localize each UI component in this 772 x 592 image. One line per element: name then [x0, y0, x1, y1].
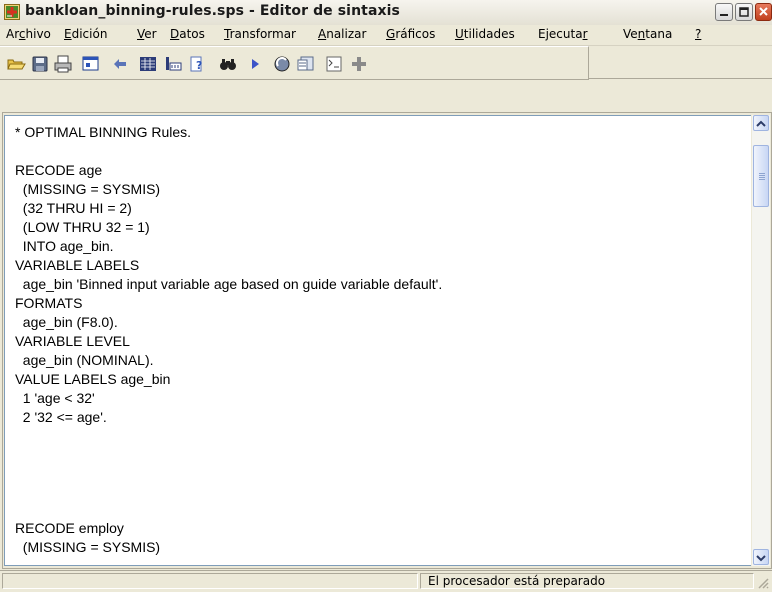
code-line: 1 'age < 32' — [15, 390, 95, 406]
code-line: RECODE age — [15, 162, 103, 178]
variables-icon — [166, 57, 182, 71]
code-line: FORMATS — [15, 295, 83, 311]
close-icon — [759, 7, 768, 16]
status-pane-left — [2, 573, 418, 589]
spss-syntax-icon — [4, 4, 20, 20]
syntax-editor[interactable]: * OPTIMAL BINNING Rules. RECODE age (MIS… — [4, 115, 751, 566]
toolbar-empty-area — [589, 46, 772, 79]
open-folder-icon — [7, 59, 26, 70]
menu-transformar[interactable]: Transformar — [224, 27, 296, 41]
menu-analizar[interactable]: Analizar — [318, 27, 366, 41]
menu-ventana[interactable]: Ventana — [623, 27, 672, 41]
save-icon — [32, 56, 48, 72]
find-icon — [220, 59, 236, 70]
menu-datos[interactable]: Datos — [170, 27, 205, 41]
code-line: age_bin (NOMINAL). — [15, 352, 154, 368]
designate-window-button[interactable] — [296, 54, 316, 74]
code-line: (32 THRU HI = 2) — [15, 200, 132, 216]
goto-data-icon — [140, 57, 156, 71]
code-line: (MISSING = SYSMIS) — [15, 539, 161, 555]
add-button[interactable] — [349, 54, 369, 74]
status-bar: El procesador está preparado — [0, 570, 772, 592]
menu-archivo[interactable]: Archivo — [6, 27, 51, 41]
menu-graficos[interactable]: Gráficos — [386, 27, 435, 41]
minimize-button[interactable] — [715, 3, 733, 21]
maximize-icon — [739, 7, 749, 17]
window-title: bankloan_binning-rules.sps - Editor de s… — [25, 3, 400, 19]
close-button[interactable] — [755, 3, 772, 21]
undo-icon — [114, 59, 126, 69]
variables-button[interactable] — [163, 54, 183, 74]
menu-bar: Archivo Edición Ver Datos Transformar An… — [0, 25, 772, 46]
help-button[interactable]: ? — [188, 54, 208, 74]
run-icon — [252, 59, 259, 69]
maximize-button[interactable] — [735, 3, 753, 21]
code-line: INTO age_bin. — [15, 238, 114, 254]
toggle-comment-icon — [326, 56, 342, 72]
menu-edicion[interactable]: Edición — [64, 27, 107, 41]
save-button[interactable] — [30, 54, 50, 74]
arrow-down-icon — [756, 555, 766, 562]
scroll-up-button[interactable] — [753, 115, 769, 131]
run-button[interactable] — [245, 54, 265, 74]
scroll-thumb[interactable] — [753, 145, 769, 207]
menu-utilidades[interactable]: Utilidades — [455, 27, 515, 41]
designate-window-icon — [297, 56, 314, 71]
undo-button[interactable] — [110, 54, 130, 74]
dialog-recall-button[interactable] — [81, 54, 101, 74]
code-line: VARIABLE LEVEL — [15, 333, 130, 349]
code-line: 2 '32 <= age'. — [15, 409, 107, 425]
goto-data-button[interactable] — [138, 54, 158, 74]
code-line: (LOW THRU 32 = 1) — [15, 219, 150, 235]
help-icon: ? — [190, 56, 202, 72]
vertical-scrollbar[interactable] — [752, 115, 770, 566]
code-line: RECODE employ — [15, 520, 124, 536]
scroll-down-button[interactable] — [753, 549, 769, 565]
arrow-up-icon — [756, 120, 766, 127]
code-line: age_bin (F8.0). — [15, 314, 118, 330]
syntax-help-icon — [274, 56, 290, 72]
print-button[interactable] — [53, 54, 73, 74]
add-icon — [352, 57, 366, 71]
code-line: VARIABLE LABELS — [15, 257, 140, 273]
svg-text:?: ? — [196, 59, 202, 72]
processor-status: El procesador está preparado — [428, 574, 606, 588]
open-folder-button[interactable] — [6, 54, 26, 74]
code-line: age_bin 'Binned input variable age based… — [15, 276, 443, 292]
title-bar[interactable]: bankloan_binning-rules.sps - Editor de s… — [0, 0, 772, 26]
syntax-help-button[interactable] — [272, 54, 292, 74]
code-line: * OPTIMAL BINNING Rules. — [15, 124, 192, 140]
menu-ayuda[interactable]: ? — [695, 27, 701, 41]
code-line: VALUE LABELS age_bin — [15, 371, 171, 387]
menu-ejecutar[interactable]: Ejecutar — [538, 27, 588, 41]
toggle-comment-button[interactable] — [324, 54, 344, 74]
toolbar: ? — [0, 46, 589, 80]
menu-ver[interactable]: Ver — [137, 27, 157, 41]
print-icon — [54, 55, 72, 73]
dialog-recall-icon — [82, 56, 99, 71]
find-button[interactable] — [218, 54, 238, 74]
resize-grip-icon[interactable] — [756, 576, 770, 590]
code-line: (MISSING = SYSMIS) — [15, 181, 161, 197]
minimize-icon — [720, 14, 728, 16]
